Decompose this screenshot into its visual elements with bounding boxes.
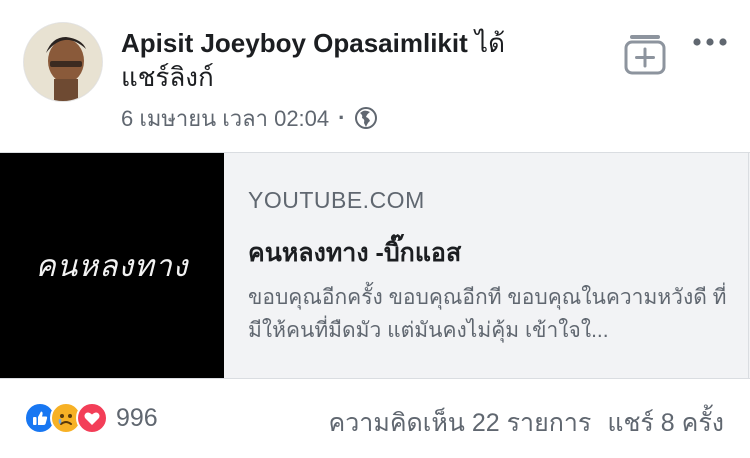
engagement-counts: ความคิดเห็น 22 รายการ แชร์ 8 ครั้ง <box>329 403 724 443</box>
comment-count-link[interactable]: ความคิดเห็น 22 รายการ <box>329 403 592 443</box>
globe-icon[interactable] <box>354 106 378 130</box>
post-action-text-2: แชร์ลิงก์ <box>121 62 214 92</box>
share-count-link[interactable]: แชร์ 8 ครั้ง <box>607 403 724 443</box>
author-name[interactable]: Apisit Joeyboy Opasaimlikit <box>121 28 468 58</box>
reaction-count: 996 <box>116 403 158 432</box>
post-engagement-bar: 996 ความคิดเห็น 22 รายการ แชร์ 8 ครั้ง <box>0 385 750 455</box>
link-description: ขอบคุณอีกครั้ง ขอบคุณอีกที ขอบคุณในความห… <box>248 286 727 342</box>
post-meta: 6 เมษายน เวลา 02:04 · <box>121 103 378 133</box>
link-card-body[interactable]: YOUTUBE.COM คนหลงทาง -บิ๊กแอส ขอบคุณอีกค… <box>224 153 749 378</box>
link-thumbnail[interactable]: คนหลงทาง <box>0 153 224 378</box>
reactions-summary[interactable]: 996 <box>24 402 158 434</box>
meta-separator: · <box>338 105 346 130</box>
more-options-icon[interactable] <box>690 32 730 52</box>
link-domain: YOUTUBE.COM <box>248 187 425 213</box>
post-action-text: ได้ <box>467 28 505 58</box>
save-to-collection-icon[interactable] <box>624 33 666 75</box>
thumbnail-title-text: คนหลงทาง <box>35 249 189 284</box>
post-header: Apisit Joeyboy Opasaimlikit ได้ แชร์ลิงก… <box>0 0 750 150</box>
link-title[interactable]: คนหลงทาง -บิ๊กแอส <box>248 233 461 273</box>
avatar[interactable] <box>23 22 103 102</box>
link-preview-card[interactable]: คนหลงทาง YOUTUBE.COM คนหลงทาง -บิ๊กแอส ข… <box>0 152 750 379</box>
post-timestamp[interactable]: 6 เมษายน เวลา 02:04 <box>121 101 329 136</box>
love-icon <box>76 402 108 434</box>
post-author-line: Apisit Joeyboy Opasaimlikit ได้ แชร์ลิงก… <box>121 26 601 94</box>
